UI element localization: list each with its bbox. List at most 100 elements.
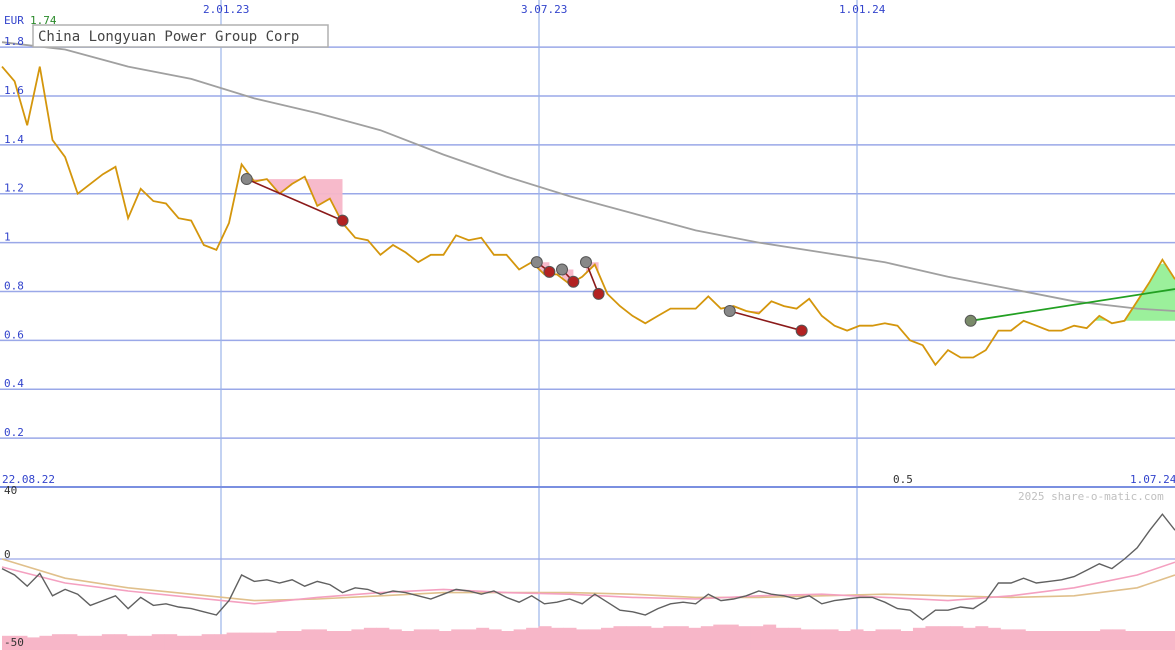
histogram-bar xyxy=(1162,631,1175,650)
histogram-bar xyxy=(276,631,290,650)
histogram-bar xyxy=(264,632,278,650)
histogram-bar xyxy=(912,627,926,650)
histogram-bar xyxy=(226,632,240,650)
histogram-bar xyxy=(725,624,739,650)
histogram-bar xyxy=(114,634,128,650)
chart-title: China Longyuan Power Group Corp xyxy=(38,29,299,45)
chart-canvas: 0.2 0.4 0.6 0.8 1 1.2 1.4 1.6 1.8 2.01.23 3.07.23 1… xyxy=(0,0,1175,650)
y-tick-label: 1.6 xyxy=(4,84,24,97)
histogram-bar xyxy=(950,626,964,650)
histogram-bar xyxy=(151,634,165,650)
histogram-bar xyxy=(51,634,65,650)
histogram-bar xyxy=(551,627,565,650)
oscillator-line xyxy=(1,513,1175,621)
histogram-bar xyxy=(850,629,864,650)
histogram-bar xyxy=(825,629,839,650)
watermark: 2025 share-o-matic.com xyxy=(1018,490,1164,503)
histogram-bar xyxy=(1000,629,1014,650)
histogram-bar xyxy=(800,629,814,650)
histogram-bar xyxy=(363,627,377,650)
histogram-bar xyxy=(838,631,852,650)
level-label: 0.5 xyxy=(893,473,913,486)
bearish-trendline xyxy=(729,310,802,332)
histogram-bar xyxy=(426,629,440,650)
histogram-bar xyxy=(476,627,490,650)
histogram-bar xyxy=(1025,631,1039,650)
histogram-bar xyxy=(401,631,415,650)
histogram-bar xyxy=(1075,631,1089,650)
histogram-bar xyxy=(563,627,577,650)
histogram-bar xyxy=(251,632,265,650)
axis-labels: 0.2 0.4 0.6 0.8 1 1.2 1.4 1.6 1.8 2.01.23 3.07.23 1… xyxy=(4,3,886,649)
histogram-bar xyxy=(1100,629,1114,650)
x-tick-label: 2.01.23 xyxy=(203,3,249,16)
histogram-bar xyxy=(975,626,989,650)
histogram-bar xyxy=(201,634,215,650)
histogram-bar xyxy=(937,626,951,650)
histogram-bar xyxy=(663,626,677,650)
histogram-bar xyxy=(538,626,552,650)
trend-start-marker xyxy=(723,305,736,318)
y-tick-label: 1.8 xyxy=(4,35,24,48)
y-tick-label: 0.2 xyxy=(4,426,24,439)
histogram-bar xyxy=(313,629,327,650)
histogram-bar xyxy=(700,626,714,650)
histogram-bar xyxy=(301,629,315,650)
histogram-bar xyxy=(813,629,827,650)
oscillator-panel xyxy=(1,513,1175,650)
histogram-bar xyxy=(26,637,40,650)
histogram-bar xyxy=(189,635,203,650)
histogram-bar xyxy=(376,627,390,650)
histogram-bar xyxy=(1112,629,1126,650)
histogram-bar xyxy=(501,631,515,650)
histogram-bar xyxy=(214,634,228,650)
histogram-bar xyxy=(101,634,115,650)
end-date-label: 1.07.24 xyxy=(1130,473,1175,486)
y-tick-label: 1.4 xyxy=(4,133,24,146)
histogram-bar xyxy=(650,627,664,650)
histogram-bar xyxy=(962,627,976,650)
price-line xyxy=(1,66,1175,367)
histogram-bar xyxy=(126,635,140,650)
histogram-bar xyxy=(239,632,253,650)
histogram-bar xyxy=(39,635,53,650)
start-date-label: 22.08.22 xyxy=(2,473,55,486)
histogram-bar xyxy=(1150,631,1164,650)
trend-start-marker xyxy=(964,314,977,327)
histogram-bar xyxy=(438,631,452,650)
grid xyxy=(0,0,1175,640)
histogram-bar xyxy=(713,624,727,650)
histogram-bar xyxy=(1125,631,1139,650)
histogram-bar xyxy=(750,626,764,650)
histogram-bar xyxy=(738,626,752,650)
histogram-bar xyxy=(576,629,589,650)
trend-end-marker xyxy=(336,214,349,227)
histogram-bar xyxy=(688,627,702,650)
histogram-bar xyxy=(987,627,1001,650)
histogram-bar xyxy=(1087,631,1101,650)
trend-end-marker xyxy=(567,275,580,288)
histogram-bar xyxy=(488,629,502,650)
histogram-bar xyxy=(89,635,103,650)
trend-end-marker xyxy=(543,265,556,278)
histogram-bar xyxy=(513,629,527,650)
y-tick-label: 1.2 xyxy=(4,182,24,195)
histogram-bar xyxy=(788,627,802,650)
histogram-bar xyxy=(164,634,178,650)
histogram-bar xyxy=(451,629,465,650)
trend-start-marker xyxy=(240,173,253,186)
histogram-bar xyxy=(139,635,153,650)
y-tick-label: 0.8 xyxy=(4,279,24,292)
trend-end-marker xyxy=(592,287,605,300)
histogram-bar xyxy=(588,629,602,650)
currency-label: EUR xyxy=(4,14,24,27)
histogram-bar xyxy=(775,627,789,650)
histogram-bar xyxy=(463,629,477,650)
trend-start-marker xyxy=(579,256,592,269)
histogram-bar xyxy=(413,629,427,650)
histogram-bar xyxy=(887,629,901,650)
histogram-bar xyxy=(875,629,889,650)
trend-end-marker xyxy=(795,324,808,337)
histogram-bar xyxy=(326,631,340,650)
x-tick-label: 3.07.23 xyxy=(521,3,567,16)
